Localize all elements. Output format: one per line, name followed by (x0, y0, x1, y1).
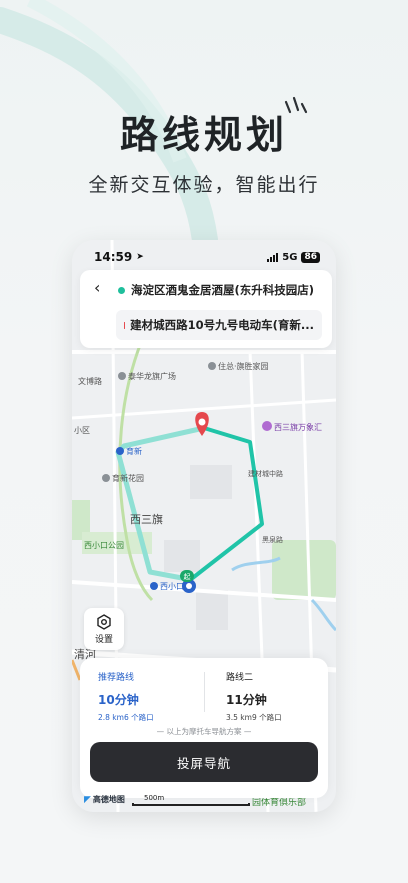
map-scale-label: 500m (144, 794, 165, 802)
chevron-left-icon: ‹ (94, 278, 101, 297)
map-label-poi: 泰华龙旗广场 (128, 371, 176, 381)
map-label-poi: 育新花园 (112, 473, 144, 483)
status-time: 14:59 (94, 250, 133, 264)
map-label-road: 小区 (74, 426, 90, 435)
route-option-two[interactable]: 路线二 11分钟 3.5 km9 个路口 (226, 670, 336, 723)
map-label-poi: 西三旗万象汇 (274, 422, 322, 432)
map-label-area: 西三旗 (130, 512, 163, 526)
settings-button[interactable]: 设置 (84, 608, 124, 650)
destination-label: 建材城西路10号九号电动车(育新... (130, 318, 314, 332)
promo-title: 路线规划 (119, 113, 288, 157)
status-bar: 14:59 ➤ 5G 86 (72, 240, 336, 274)
promo-subtitle: 全新交互体验，智能出行 (88, 174, 320, 196)
map-label-poi: 育新 (126, 446, 142, 456)
settings-hexagon-icon (97, 613, 111, 630)
map-label-road: 文博路 (78, 376, 102, 386)
route-hint: — 以上为摩托车导航方案 — (156, 727, 252, 736)
origin-dot-icon (118, 286, 125, 294)
settings-label: 设置 (94, 634, 113, 645)
map-label-road: 建材城中路 (248, 469, 283, 478)
map-scale-bar (132, 803, 250, 806)
back-button[interactable]: ‹ (94, 280, 108, 296)
signal-icon (267, 252, 279, 262)
battery-icon: 86 (301, 251, 320, 263)
map-label-poi: 西小口 (160, 582, 184, 591)
start-badge: 起 (184, 573, 191, 581)
map-label-poi: 住总·旗胜家园 (218, 361, 269, 371)
route-option-recommended[interactable]: 推荐路线 10分钟 2.8 km6 个路口 (98, 670, 208, 723)
origin-label: 海淀区酒鬼金居酒屋(东升科技园店) (131, 283, 315, 297)
divider (204, 672, 205, 712)
map-logo: ◤ 高德地图 (84, 794, 125, 805)
route-option-name: 推荐路线 (98, 673, 135, 683)
map-label-park: 西小口公园 (84, 541, 124, 550)
route-options-panel: 推荐路线 10分钟 2.8 km6 个路口 路线二 11分钟 3.5 km9 个… (80, 658, 328, 798)
location-arrow-icon: ➤ (136, 252, 144, 262)
network-type: 5G (282, 251, 298, 263)
route-card: ‹ 海淀区酒鬼金居酒屋(东升科技园店) 建材城西路10号九号电动车(育新... (80, 270, 332, 348)
amap-logo-icon: ◤ (84, 794, 91, 805)
route-option-time: 10分钟 (98, 693, 139, 707)
route-option-meta: 3.5 km9 个路口 (226, 713, 282, 722)
map-logo-text: 高德地图 (92, 795, 125, 804)
phone-frame: 起 泰华龙旗广场 住总·旗胜家园 西三旗万象汇 育新 育新花园 西三旗 西小口公… (72, 240, 336, 812)
route-option-name: 路线二 (226, 673, 254, 683)
map-label-road: 黑泉路 (262, 535, 283, 544)
origin-field[interactable]: 海淀区酒鬼金居酒屋(东升科技园店) (118, 282, 314, 298)
route-option-meta: 2.8 km6 个路口 (98, 713, 154, 722)
route-option-time: 11分钟 (226, 693, 267, 707)
cast-navigation-button[interactable]: 投屏导航 (90, 742, 318, 782)
destination-field[interactable]: 建材城西路10号九号电动车(育新... (116, 310, 322, 340)
